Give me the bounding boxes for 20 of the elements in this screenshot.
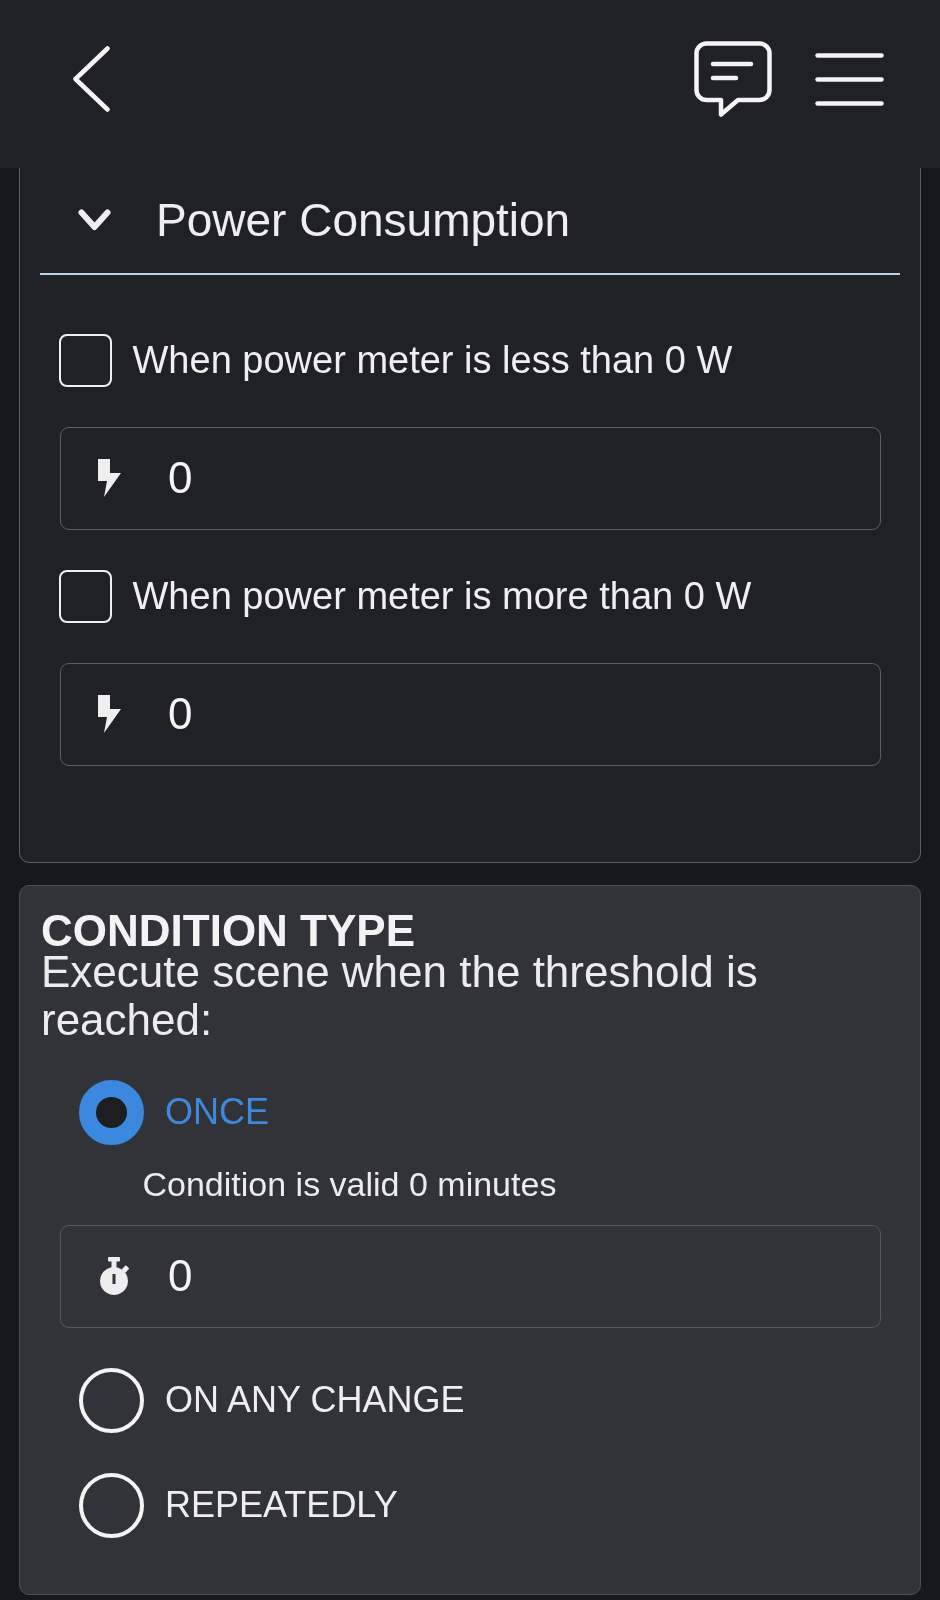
section-description: Execute scene when the threshold is reached:	[41, 947, 759, 1044]
option-note: Condition is valid 0 minutes	[142, 1163, 557, 1204]
stopwatch-icon	[97, 1256, 131, 1296]
menu-icon[interactable]	[815, 52, 884, 106]
section-header[interactable]: Power Consumption	[78, 194, 571, 247]
radio-label: ON ANY CHANGE	[165, 1378, 465, 1422]
checkbox[interactable]	[58, 569, 112, 623]
checkbox-label: When power meter is more than 0 W	[132, 574, 752, 619]
radio-label: ONCE	[165, 1090, 269, 1134]
section-title: CONDITION TYPE	[41, 913, 416, 948]
back-icon[interactable]	[73, 46, 110, 112]
checkbox-label: When power meter is less than 0 W	[132, 338, 733, 383]
lightning-icon	[95, 695, 122, 733]
duration-input-field[interactable]: 0	[60, 1224, 881, 1328]
power-input-field[interactable]: 0	[60, 662, 881, 766]
checkbox[interactable]	[58, 333, 112, 387]
radio-label: REPEATEDLY	[165, 1483, 398, 1527]
speech-bubble-icon[interactable]	[694, 41, 772, 117]
power-input-field[interactable]: 0	[60, 426, 881, 530]
lightning-icon	[95, 459, 122, 497]
